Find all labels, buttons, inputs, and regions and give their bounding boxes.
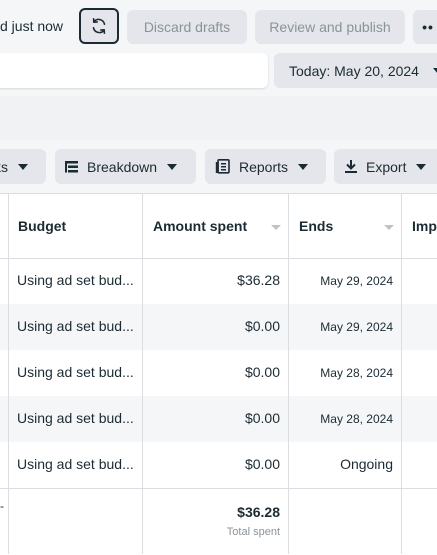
amount-spent-cell: $0.00: [244, 410, 280, 426]
ends-cell: May 29, 2024: [320, 320, 393, 334]
top-bar: d just now Discard drafts Review and pub…: [0, 0, 437, 52]
chevron-down-icon: [416, 163, 427, 170]
budget-cell: Using ad set bud...: [17, 410, 134, 426]
column-divider: [288, 194, 289, 554]
amount-spent-cell: $36.28: [237, 272, 280, 288]
budget-cell: Using ad set bud...: [17, 318, 134, 334]
ends-cell: May 28, 2024: [320, 412, 393, 426]
chevron-down-icon: [167, 163, 178, 170]
impressions-column-header[interactable]: Imp: [412, 218, 437, 234]
chevron-down-icon: [298, 163, 309, 170]
chevron-down-icon: [18, 163, 28, 170]
more-options-button[interactable]: ••: [413, 10, 437, 44]
download-icon: [345, 160, 357, 173]
total-amount-spent: $36.28: [237, 504, 280, 520]
ends-column-header[interactable]: Ends: [299, 218, 333, 234]
column-divider: [8, 194, 9, 554]
amount-spent-cell: $0.00: [244, 318, 280, 334]
table-row[interactable]: Using ad set bud... $0.00 Ongoing: [0, 442, 437, 488]
ends-cell: Ongoing: [340, 456, 393, 472]
table-row[interactable]: Using ad set bud... $36.28 May 29, 2024: [0, 258, 437, 304]
summary-row: - $36.28 Total spent: [0, 488, 437, 555]
refresh-button[interactable]: [79, 8, 119, 44]
total-spent-label: Total spent: [226, 526, 280, 538]
sort-caret-icon[interactable]: [384, 225, 394, 230]
chevron-down-icon: [432, 67, 437, 74]
columns-metrics-label: ks: [0, 158, 8, 175]
columns-metrics-button[interactable]: ks: [0, 149, 46, 184]
table-row[interactable]: Using ad set bud... $0.00 May 28, 2024: [0, 396, 437, 442]
export-button[interactable]: Export: [334, 149, 437, 184]
breakdown-label: Breakdown: [87, 158, 158, 175]
budget-cell: Using ad set bud...: [17, 456, 134, 472]
refresh-icon: [92, 18, 106, 34]
breakdown-button[interactable]: Breakdown: [55, 149, 196, 184]
date-range-picker[interactable]: Today: May 20, 2024: [274, 53, 437, 88]
export-label: Export: [366, 158, 407, 175]
amount-spent-cell: $0.00: [244, 364, 280, 380]
budget-column-header[interactable]: Budget: [18, 218, 66, 234]
reports-button[interactable]: Reports: [205, 149, 326, 184]
ends-cell: May 29, 2024: [320, 274, 393, 288]
filter-band: [0, 96, 437, 140]
column-divider: [401, 194, 402, 554]
budget-cell: Using ad set bud...: [17, 364, 134, 380]
breakdown-icon: [65, 160, 78, 172]
search-input[interactable]: [0, 53, 268, 88]
saved-status-text: d just now: [0, 18, 64, 34]
table-row[interactable]: Using ad set bud... $0.00 May 29, 2024: [0, 304, 437, 350]
summary-dash: -: [0, 499, 4, 513]
table-header-row: Budget Amount spent Ends Imp: [0, 194, 437, 259]
budget-cell: Using ad set bud...: [17, 272, 134, 288]
review-and-publish-button[interactable]: Review and publish: [255, 10, 405, 44]
campaign-table: Budget Amount spent Ends Imp Using ad se…: [0, 193, 437, 555]
date-range-label: Today: May 20, 2024: [289, 62, 419, 79]
table-row[interactable]: Using ad set bud... $0.00 May 28, 2024: [0, 350, 437, 396]
reports-icon: [215, 159, 230, 174]
amount-spent-cell: $0.00: [244, 456, 280, 472]
ends-cell: May 28, 2024: [320, 366, 393, 380]
discard-drafts-button[interactable]: Discard drafts: [127, 10, 247, 44]
column-divider: [142, 194, 143, 554]
reports-label: Reports: [239, 158, 289, 175]
amount-spent-column-header[interactable]: Amount spent: [153, 218, 247, 234]
sort-caret-icon[interactable]: [271, 225, 281, 230]
